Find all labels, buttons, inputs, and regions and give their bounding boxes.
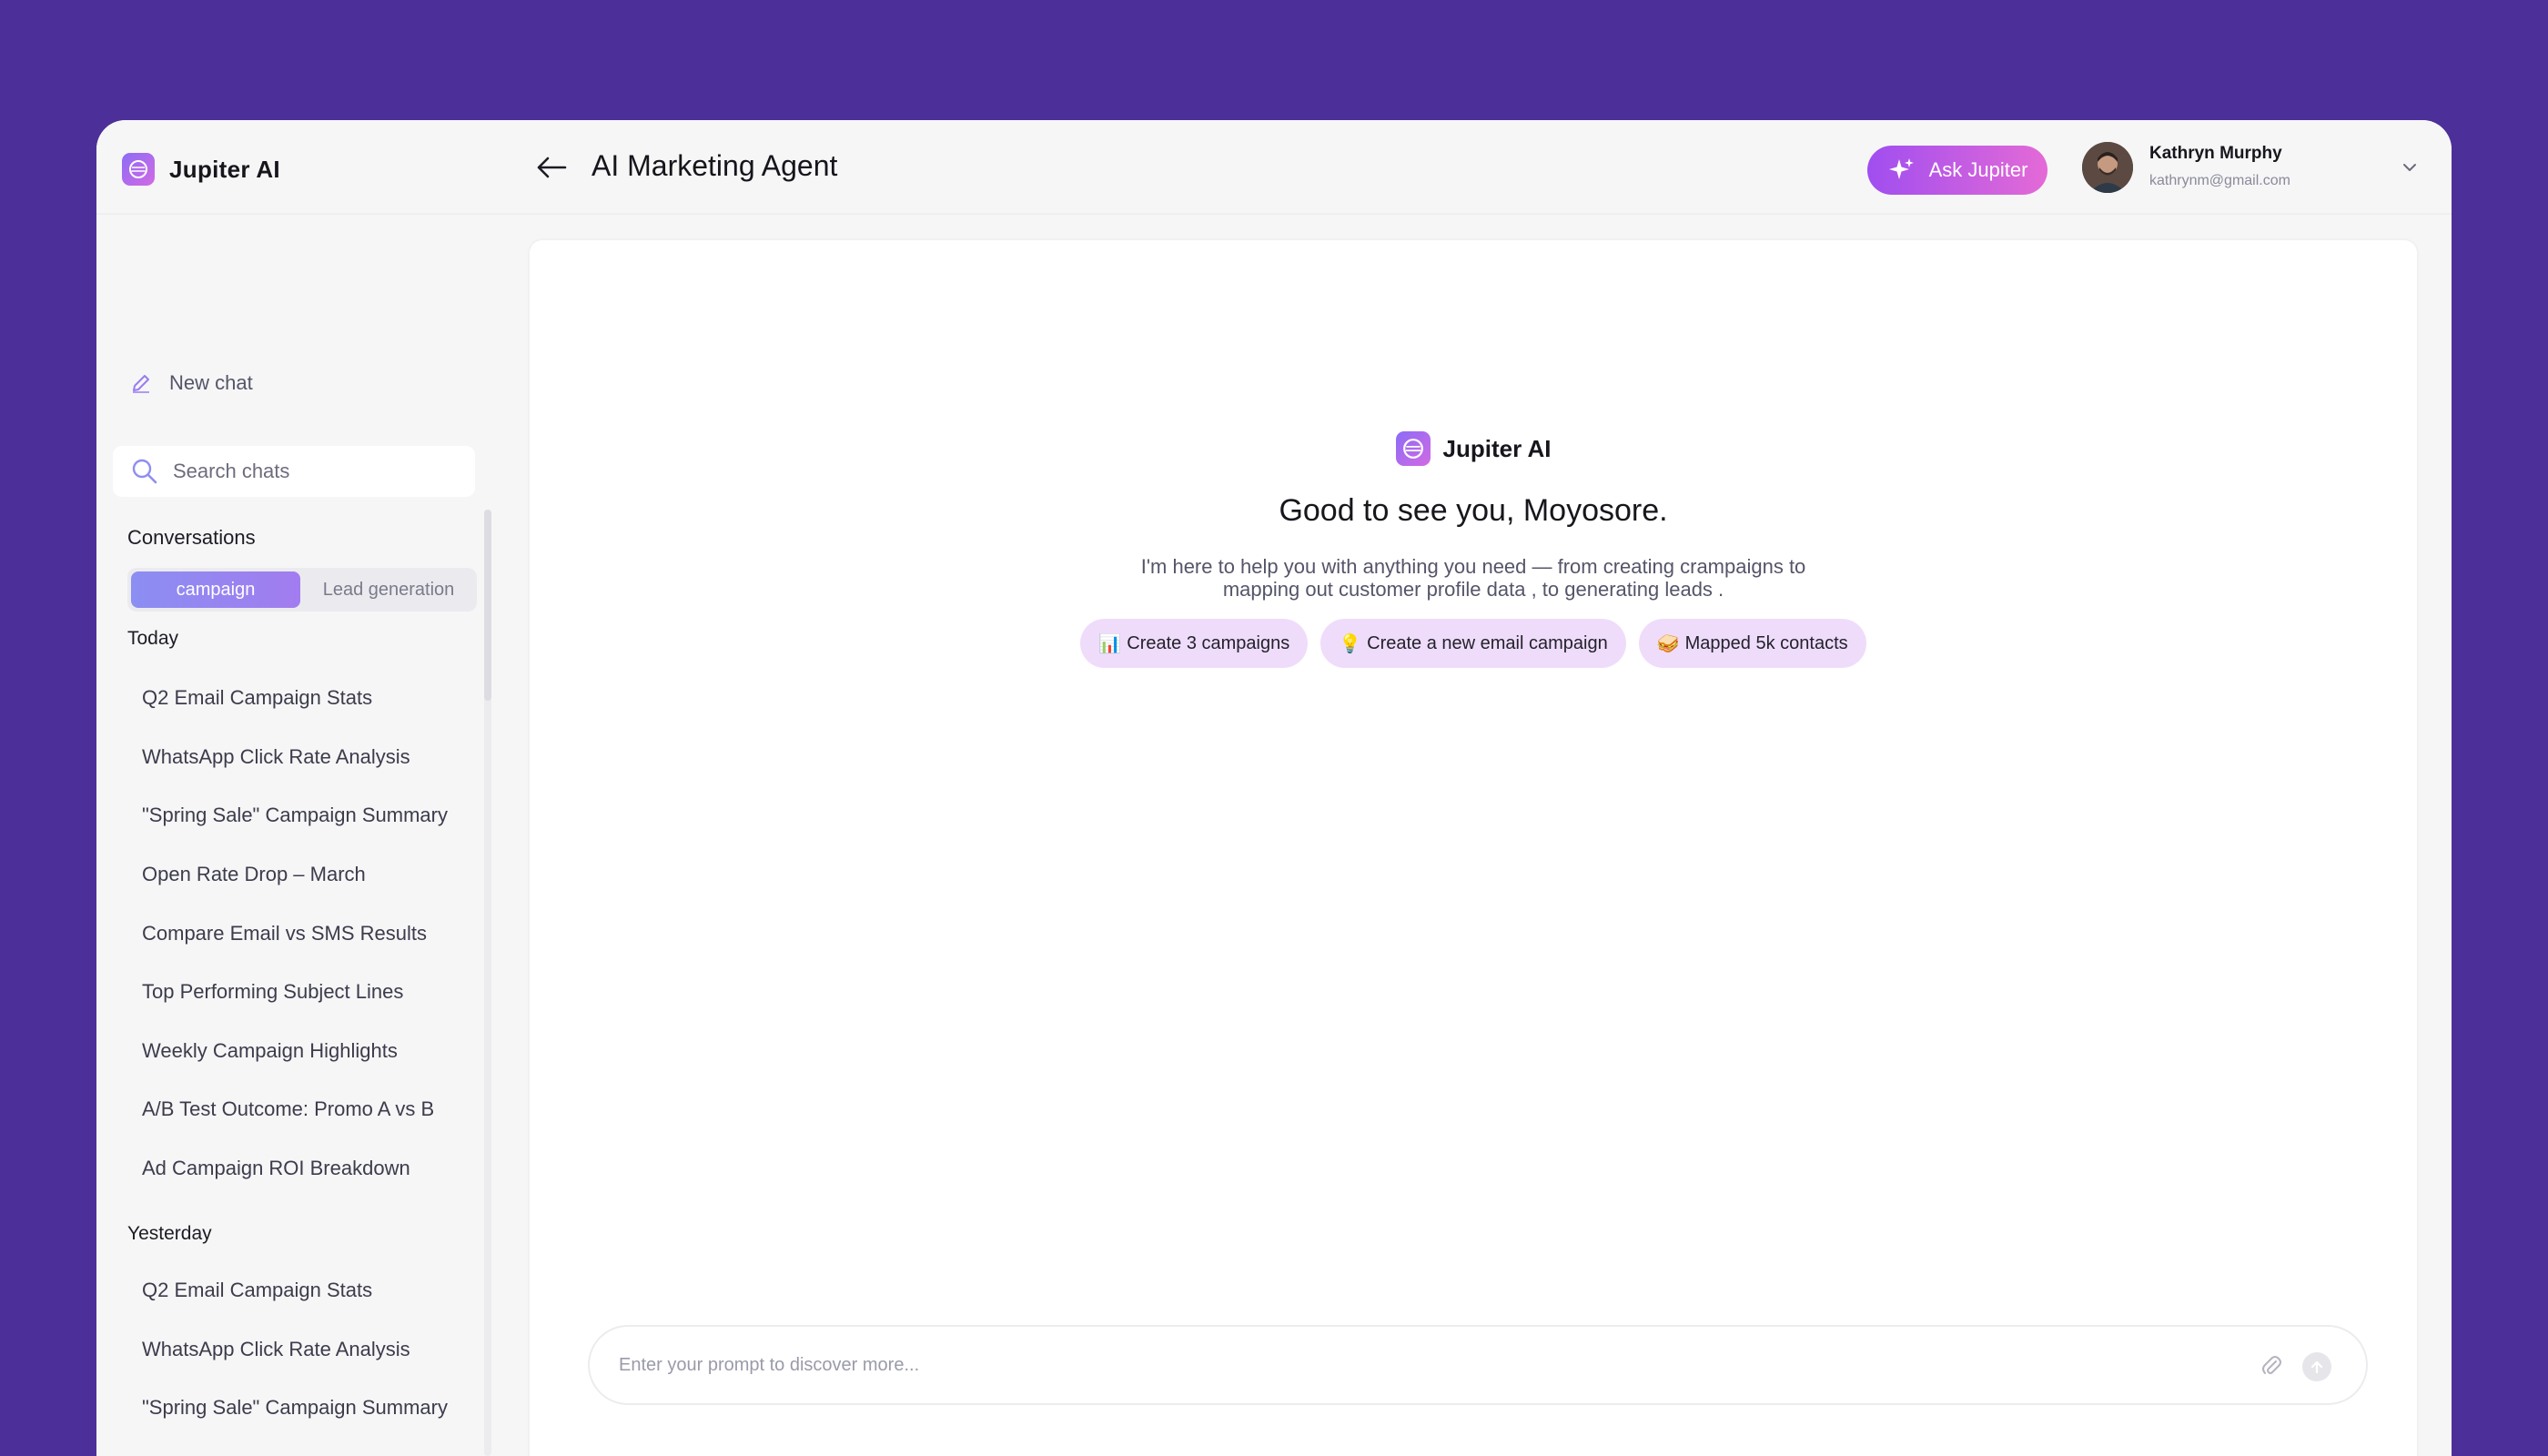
sidebar-brand[interactable]: Jupiter AI xyxy=(122,153,280,186)
list-item[interactable]: WhatsApp Click Rate Analysis xyxy=(142,1320,448,1380)
search-input[interactable] xyxy=(173,460,464,483)
list-item[interactable]: Q2 Email Campaign Stats xyxy=(142,1261,448,1320)
arrow-up-icon xyxy=(2310,1360,2323,1374)
list-item[interactable]: WhatsApp Click Rate Analysis xyxy=(142,728,448,787)
search-icon xyxy=(132,459,157,484)
list-item[interactable]: Q2 Email Campaign Stats xyxy=(142,669,448,728)
paperclip-icon[interactable] xyxy=(2260,1354,2284,1380)
sandwich-icon: 🥪 xyxy=(1656,633,1680,654)
tab-campaign[interactable]: campaign xyxy=(131,571,300,608)
list-item[interactable]: "Spring Sale" Campaign Summary xyxy=(142,1379,448,1438)
scrollbar-thumb[interactable] xyxy=(484,510,491,701)
subtitle-line-2: mapping out customer profile data , to g… xyxy=(1222,578,1724,601)
bar-chart-icon: 📊 xyxy=(1098,633,1122,654)
sparkle-icon xyxy=(1888,158,1914,179)
search-box[interactable] xyxy=(113,446,475,497)
brand-name: Jupiter AI xyxy=(169,155,280,183)
user-name: Kathryn Murphy xyxy=(2149,144,2282,163)
ask-jupiter-label: Ask Jupiter xyxy=(1928,158,2028,181)
group-title-today: Today xyxy=(127,628,179,649)
list-item[interactable]: A/B Test Outcome: Promo A vs B xyxy=(142,1080,448,1139)
user-menu-dropdown[interactable] xyxy=(2399,157,2421,178)
ask-jupiter-button[interactable]: Ask Jupiter xyxy=(1867,146,2048,195)
prompt-box[interactable] xyxy=(588,1325,2368,1405)
greeting-subtitle: I'm here to help you with anything you n… xyxy=(530,555,2417,601)
chevron-down-icon xyxy=(2403,164,2416,171)
list-item[interactable]: Open Rate Drop – March xyxy=(142,845,448,905)
chip-create-campaigns[interactable]: 📊 Create 3 campaigns xyxy=(1080,619,1309,668)
sidebar-scrollbar[interactable] xyxy=(484,510,491,1456)
page-title: AI Marketing Agent xyxy=(592,149,838,182)
chip-mapped-contacts[interactable]: 🥪 Mapped 5k contacts xyxy=(1638,619,1866,668)
avatar[interactable] xyxy=(2082,142,2133,193)
list-item[interactable]: Open Rate Drop – March xyxy=(142,1438,448,1456)
sidebar-divider xyxy=(96,213,506,215)
chip-label: Create a new email campaign xyxy=(1367,632,1608,653)
list-item[interactable]: Ad Campaign ROI Breakdown xyxy=(142,1139,448,1198)
chip-label: Create 3 campaigns xyxy=(1127,632,1290,653)
suggestion-chips: 📊 Create 3 campaigns 💡 Create a new emai… xyxy=(530,619,2417,668)
yesterday-conversation-list: Q2 Email Campaign Stats WhatsApp Click R… xyxy=(142,1261,448,1456)
user-avatar-icon xyxy=(2082,142,2133,193)
list-item[interactable]: Compare Email vs SMS Results xyxy=(142,904,448,963)
chat-brand-name: Jupiter AI xyxy=(1442,434,1552,462)
arrow-left-icon xyxy=(537,157,567,178)
app-window: Jupiter AI New chat Conversations campai… xyxy=(96,120,2452,1456)
list-item[interactable]: Weekly Campaign Highlights xyxy=(142,1022,448,1081)
sidebar: Jupiter AI New chat Conversations campai… xyxy=(96,120,506,1456)
chat-panel: Jupiter AI Good to see you, Moyosore. I'… xyxy=(530,240,2417,1456)
group-title-yesterday: Yesterday xyxy=(127,1223,212,1244)
chip-label: Mapped 5k contacts xyxy=(1684,632,1848,653)
send-button[interactable] xyxy=(2302,1352,2331,1381)
conversations-title: Conversations xyxy=(127,526,256,549)
new-chat-label: New chat xyxy=(169,371,253,394)
jupiter-logo-icon xyxy=(122,153,155,186)
top-header: AI Marketing Agent Ask Jupiter Kathryn M… xyxy=(506,120,2452,215)
lightbulb-icon: 💡 xyxy=(1339,633,1362,654)
new-chat-button[interactable]: New chat xyxy=(129,371,253,395)
subtitle-line-1: I'm here to help you with anything you n… xyxy=(1140,555,1806,578)
tab-lead-generation[interactable]: Lead generation xyxy=(304,571,473,608)
list-item[interactable]: Top Performing Subject Lines xyxy=(142,963,448,1022)
jupiter-logo-icon xyxy=(1395,431,1431,466)
back-button[interactable] xyxy=(533,151,570,184)
list-item[interactable]: "Spring Sale" Campaign Summary xyxy=(142,786,448,845)
today-conversation-list: Q2 Email Campaign Stats WhatsApp Click R… xyxy=(142,669,448,1198)
prompt-input[interactable] xyxy=(619,1354,2166,1376)
greeting-heading: Good to see you, Moyosore. xyxy=(1279,493,1668,528)
conversation-filter-tabs: campaign Lead generation xyxy=(127,568,477,612)
user-email: kathrynm@gmail.com xyxy=(2149,173,2290,188)
chat-brand: Jupiter AI xyxy=(530,431,2417,466)
pencil-icon xyxy=(133,375,149,393)
chip-new-email-campaign[interactable]: 💡 Create a new email campaign xyxy=(1320,619,1626,668)
